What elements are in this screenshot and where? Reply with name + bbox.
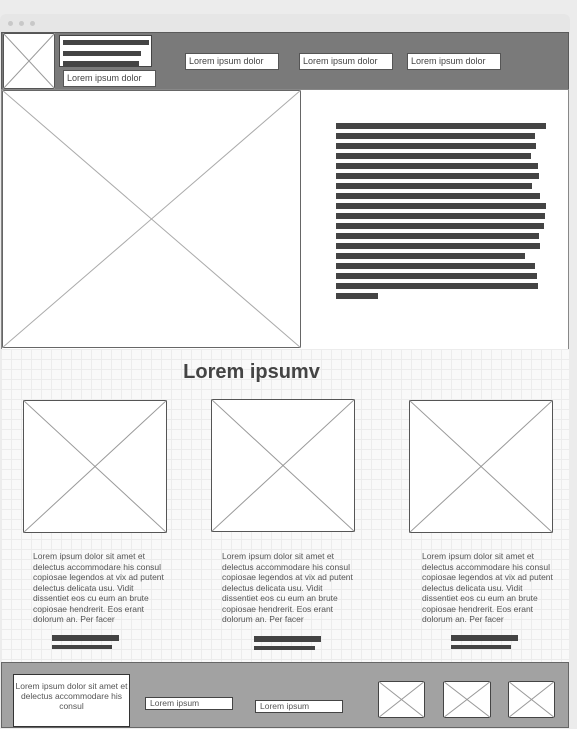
text-line (336, 133, 535, 139)
section-title: Lorem ipsumv (183, 361, 320, 383)
card-1-link-line[interactable] (52, 635, 119, 641)
hero-section (1, 89, 569, 350)
text-line (336, 283, 538, 289)
site-title-block (59, 35, 152, 67)
text-line (336, 293, 378, 299)
footer-thumb-2-placeholder-icon[interactable] (443, 681, 491, 718)
text-line (336, 143, 536, 149)
title-line (63, 61, 139, 66)
text-line (336, 213, 545, 219)
text-line (336, 163, 538, 169)
text-line (336, 223, 544, 229)
text-line (336, 193, 540, 199)
footer-link-2[interactable]: Lorem ipsum (255, 700, 343, 713)
card-2-image-placeholder-icon (211, 399, 355, 532)
footer-bar: Lorem ipsum dolor sit amet et delectus a… (1, 662, 569, 728)
text-line (336, 173, 539, 179)
footer-about-box: Lorem ipsum dolor sit amet et delectus a… (13, 674, 130, 727)
text-line (336, 273, 537, 279)
window-titlebar (0, 14, 570, 34)
text-line (336, 183, 532, 189)
card-1-text: Lorem ipsum dolor sit amet et delectus a… (33, 551, 164, 624)
footer-thumb-1-placeholder-icon[interactable] (378, 681, 425, 718)
title-line (63, 40, 149, 45)
card-3-image-placeholder-icon (409, 400, 553, 533)
text-line (336, 123, 546, 129)
text-line (336, 153, 531, 159)
text-line (336, 263, 535, 269)
logo-image-placeholder-icon[interactable] (3, 33, 55, 89)
text-line (336, 233, 539, 239)
nav-link-1[interactable]: Lorem ipsum dolor (185, 53, 279, 70)
hero-text-block (336, 123, 548, 301)
nav-link-2[interactable]: Lorem ipsum dolor (299, 53, 393, 70)
window-dot-icon (8, 21, 13, 26)
window-dot-icon (30, 21, 35, 26)
card-1-link-line[interactable] (52, 645, 112, 649)
text-line (336, 253, 525, 259)
card-2-text: Lorem ipsum dolor sit amet et delectus a… (222, 551, 353, 624)
card-1-image-placeholder-icon (23, 400, 167, 533)
footer-thumb-3-placeholder-icon[interactable] (508, 681, 555, 718)
title-line (63, 51, 141, 56)
card-2-link-line[interactable] (254, 646, 315, 650)
hero-image-placeholder-icon (2, 90, 301, 348)
card-3-text: Lorem ipsum dolor sit amet et delectus a… (422, 551, 553, 624)
card-3-link-line[interactable] (451, 635, 518, 641)
text-line (336, 203, 546, 209)
header-bar: Lorem ipsum dolor Lorem ipsum dolor Lore… (1, 32, 569, 90)
nav-link-3[interactable]: Lorem ipsum dolor (407, 53, 501, 70)
card-3-link-line[interactable] (451, 645, 511, 649)
window-dot-icon (19, 21, 24, 26)
footer-link-1[interactable]: Lorem ipsum (145, 697, 233, 710)
card-2-link-line[interactable] (254, 636, 321, 642)
logo-caption[interactable]: Lorem ipsum dolor (63, 70, 156, 87)
text-line (336, 243, 540, 249)
